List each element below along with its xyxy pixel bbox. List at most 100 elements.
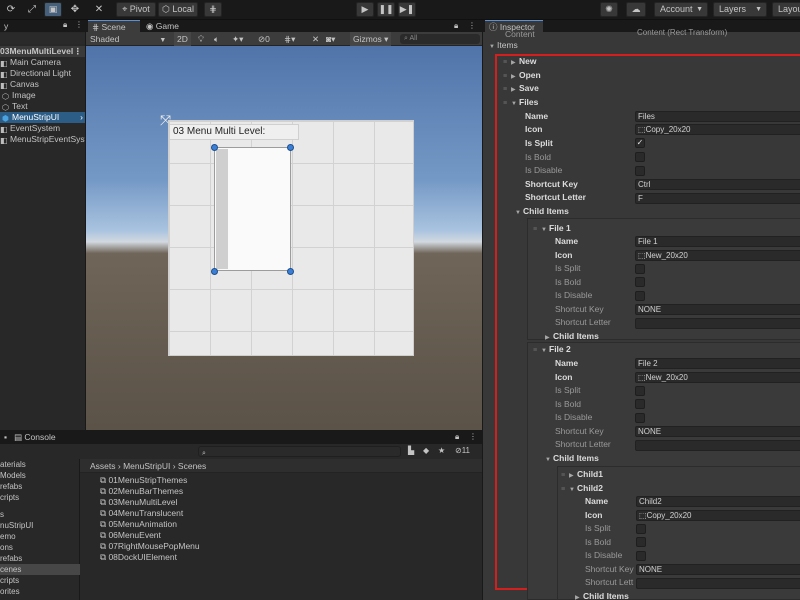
- hidden-objects-toggle[interactable]: ⊘0: [258, 32, 270, 46]
- file2-child-items-foldout[interactable]: ▼ Child Items: [545, 452, 599, 465]
- folder-item-selected[interactable]: cenes: [0, 564, 80, 575]
- resize-handle-top-right[interactable]: [287, 144, 294, 151]
- tab-game[interactable]: ◉ Game: [142, 20, 192, 32]
- file1-is-split-checkbox[interactable]: [635, 264, 645, 274]
- item-new-foldout[interactable]: ≡ ▶ New: [503, 55, 536, 68]
- scene-asset[interactable]: ⧉ 05MenuAnimation: [100, 519, 177, 530]
- hierarchy-search-input[interactable]: [0, 33, 85, 44]
- custom-tool-icon[interactable]: ✕: [92, 3, 106, 17]
- rect-tool-icon[interactable]: ▣: [44, 2, 62, 17]
- items-foldout[interactable]: ▼ Items: [489, 39, 518, 52]
- 2d-toggle[interactable]: 2D: [174, 32, 191, 46]
- file1-shortcut-key-dropdown[interactable]: NONE: [635, 304, 800, 315]
- tools-icon[interactable]: ✕: [312, 32, 319, 46]
- folder-item[interactable]: emo: [0, 531, 16, 542]
- grid-snap-button[interactable]: ⋕: [204, 2, 222, 17]
- more-options-icon[interactable]: ⋮: [469, 432, 477, 441]
- folder-item[interactable]: s: [0, 509, 4, 520]
- scene-asset[interactable]: ⧉ 01MenuStripThemes: [100, 475, 187, 486]
- child2-name-field[interactable]: Child2: [636, 496, 800, 507]
- pause-button[interactable]: ❚❚: [377, 2, 395, 17]
- hierarchy-item-menustripeventsystem[interactable]: ◧ MenuStripEventSyste: [0, 134, 85, 145]
- more-options-icon[interactable]: ⋮: [75, 20, 83, 29]
- folder-item[interactable]: cripts: [0, 492, 19, 503]
- file2-shortcut-key-dropdown[interactable]: NONE: [635, 426, 800, 437]
- files-is-bold-checkbox[interactable]: [635, 152, 645, 162]
- hierarchy-item-image[interactable]: ⬡ Image: [2, 90, 36, 101]
- rotate-tool-icon[interactable]: ⟳: [4, 3, 18, 17]
- hierarchy-item-directional-light[interactable]: ◧ Directional Light: [0, 68, 71, 79]
- breadcrumb-scenes[interactable]: Scenes: [178, 461, 206, 471]
- hierarchy-item-canvas[interactable]: ◧ Canvas: [0, 79, 39, 90]
- menu-title-text[interactable]: 03 Menu Multi Level:: [169, 124, 299, 140]
- file1-is-bold-checkbox[interactable]: [635, 277, 645, 287]
- layers-dropdown[interactable]: Layers ▼: [713, 2, 767, 17]
- child1-foldout[interactable]: ≡ ▶ Child1: [561, 468, 603, 481]
- child2-icon-field[interactable]: ⬚Copy_20x20: [636, 510, 800, 521]
- audio-icon[interactable]: 🔈︎: [214, 32, 219, 46]
- folder-item[interactable]: orites: [0, 586, 20, 597]
- tab-project[interactable]: ▪: [0, 431, 8, 443]
- folder-item[interactable]: cripts: [0, 575, 19, 586]
- resize-handle-top-left[interactable]: [211, 144, 218, 151]
- child2-is-bold-checkbox[interactable]: [636, 537, 646, 547]
- files-is-disable-checkbox[interactable]: [635, 166, 645, 176]
- content-reference-field[interactable]: Content (Rect Transform): [635, 28, 800, 39]
- file1-foldout[interactable]: ≡ ▼ File 1: [533, 222, 571, 235]
- child2-is-split-checkbox[interactable]: [636, 524, 646, 534]
- pivot-toggle[interactable]: ⌖ Pivot: [116, 2, 156, 17]
- lighting-icon[interactable]: 💡︎: [198, 32, 204, 46]
- effects-icon[interactable]: ✦▾: [232, 32, 243, 46]
- scene-search-input[interactable]: ⌕ All: [400, 34, 480, 44]
- scene-root-item[interactable]: 03MenuMultiLevel ⋮: [0, 46, 85, 57]
- hierarchy-item-main-camera[interactable]: ◧ Main Camera: [0, 57, 61, 68]
- label-icon[interactable]: ◆: [423, 446, 429, 455]
- scene-asset[interactable]: ⧉ 06MenuEvent: [100, 530, 161, 541]
- file1-icon-field[interactable]: ⬚New_20x20: [635, 250, 800, 261]
- files-icon-field[interactable]: ⬚Copy_20x20: [635, 124, 800, 135]
- favorite-icon[interactable]: ★: [438, 446, 445, 455]
- scene-asset[interactable]: ⧉ 04MenuTranslucent: [100, 508, 183, 519]
- resize-handle-bottom-right[interactable]: [287, 268, 294, 275]
- folder-item[interactable]: aterials: [0, 459, 26, 470]
- item-files-foldout[interactable]: ≡ ▼ Files: [503, 96, 538, 109]
- camera-icon[interactable]: ◙▾: [326, 32, 335, 46]
- more-options-icon[interactable]: ⋮: [468, 21, 476, 30]
- more-options-icon[interactable]: ⋮: [74, 46, 83, 57]
- scene-asset[interactable]: ⧉ 07RightMousePopMenu: [100, 541, 200, 552]
- folder-item[interactable]: Models: [0, 470, 26, 481]
- scene-asset[interactable]: ⧉ 02MenuBarThemes: [100, 486, 183, 497]
- files-child-items-foldout[interactable]: ▼ Child Items: [515, 205, 569, 218]
- cloud-icon[interactable]: ☁: [626, 2, 646, 17]
- layout-dropdown[interactable]: Layou: [772, 2, 800, 17]
- local-toggle[interactable]: ⬡ Local: [158, 2, 198, 17]
- file2-is-disable-checkbox[interactable]: [635, 413, 645, 423]
- collab-icon[interactable]: ✺: [600, 2, 618, 17]
- canvas-rect[interactable]: 03 Menu Multi Level:: [168, 120, 414, 356]
- file2-shortcut-letter-field[interactable]: [635, 440, 800, 451]
- menu-strip-element[interactable]: [214, 147, 291, 271]
- gizmos-dropdown[interactable]: Gizmos ▾: [350, 32, 392, 46]
- child2-shortcut-letter-field[interactable]: [636, 578, 800, 589]
- hierarchy-item-menustripui[interactable]: ⬢ MenuStripUI ›: [0, 112, 85, 123]
- files-name-field[interactable]: Files: [635, 111, 800, 122]
- lock-icon[interactable]: 🔒︎: [454, 21, 458, 31]
- chevron-right-icon[interactable]: ›: [80, 112, 83, 123]
- files-is-split-checkbox[interactable]: ✓: [635, 138, 645, 148]
- child2-foldout[interactable]: ≡ ▼ Child2: [561, 482, 603, 495]
- scale-tool-icon[interactable]: ⤢: [25, 3, 39, 17]
- file2-foldout[interactable]: ≡ ▼ File 2: [533, 343, 571, 356]
- item-open-foldout[interactable]: ≡ ▶ Open: [503, 69, 541, 82]
- files-shortcut-key-dropdown[interactable]: Ctrl: [635, 179, 800, 190]
- scene-viewport[interactable]: ⤧ 03 Menu Multi Level:: [86, 46, 482, 430]
- folder-item[interactable]: refabs: [0, 553, 22, 564]
- file2-icon-field[interactable]: ⬚New_20x20: [635, 372, 800, 383]
- folder-item[interactable]: nuStripUI: [0, 520, 33, 531]
- tab-scene[interactable]: ⋕ Scene: [88, 20, 140, 32]
- resize-handle-bottom-left[interactable]: [211, 268, 218, 275]
- folder-item[interactable]: ons: [0, 542, 13, 553]
- grid-icon[interactable]: ⋕▾: [284, 32, 295, 46]
- file2-is-split-checkbox[interactable]: [635, 386, 645, 396]
- file1-is-disable-checkbox[interactable]: [635, 291, 645, 301]
- play-button[interactable]: ▶: [356, 2, 374, 17]
